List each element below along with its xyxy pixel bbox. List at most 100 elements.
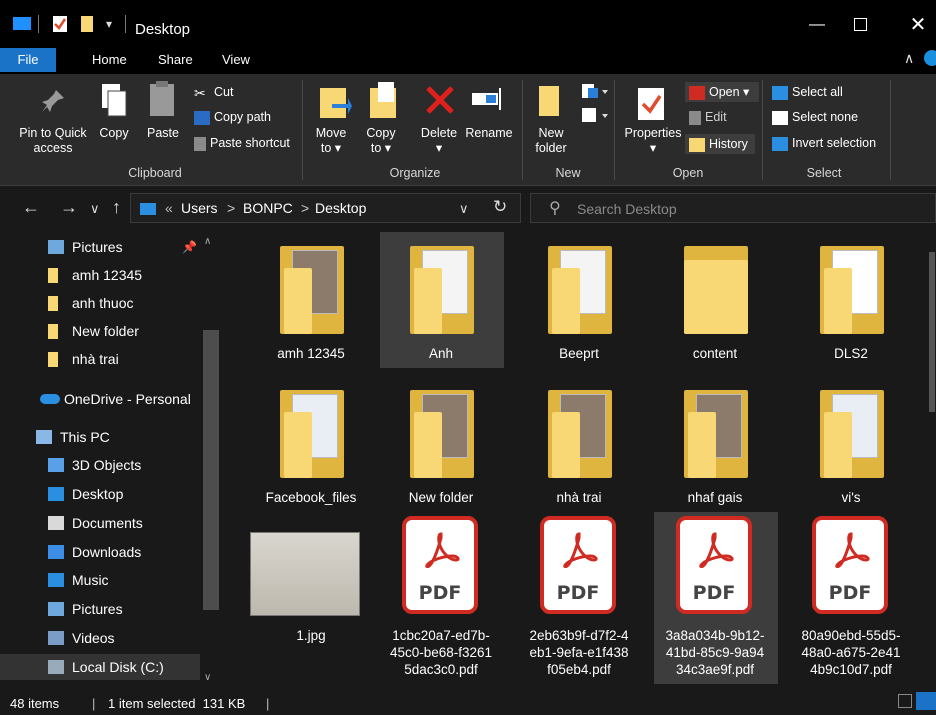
collapse-ribbon-icon[interactable]: ∧: [904, 50, 914, 67]
breadcrumb-desktop[interactable]: Desktop: [315, 200, 366, 216]
edit-button[interactable]: Edit: [689, 107, 727, 127]
up-button[interactable]: ↑: [112, 197, 121, 218]
file-name: nhà trai: [556, 490, 602, 505]
tab-home[interactable]: Home: [82, 50, 137, 72]
help-icon[interactable]: [924, 50, 936, 66]
search-icon: ⚲: [549, 200, 561, 217]
nav-pane-scrollbar-thumb[interactable]: [203, 330, 219, 610]
file-item-pdf[interactable]: PDF 80a90ebd-55d5- 48a0-a675-2e41 4b9c10d7.…: [790, 512, 914, 684]
sidebar-item-label: Music: [72, 572, 109, 588]
delete-button[interactable]: Delete ▾: [414, 126, 464, 156]
file-item-image[interactable]: 1.jpg: [250, 512, 374, 684]
sidebar-item[interactable]: Downloads: [0, 539, 200, 565]
properties-quick-icon[interactable]: [52, 15, 68, 33]
details-view-button[interactable]: [898, 694, 912, 708]
refresh-icon[interactable]: ↻: [493, 197, 507, 217]
sidebar-item[interactable]: 3D Objects: [0, 452, 200, 478]
large-icons-view-button[interactable]: [916, 692, 936, 710]
status-separator: |: [92, 696, 96, 711]
maximize-button[interactable]: [840, 10, 880, 40]
pin-to-quick-access-button[interactable]: Pin to Quick access: [8, 126, 98, 156]
nav-scroll-down-icon[interactable]: ∨: [204, 672, 211, 683]
new-folder-button[interactable]: New folder: [528, 126, 574, 156]
group-title-new: New: [555, 166, 581, 180]
minimize-button[interactable]: —: [797, 10, 837, 40]
sidebar-item[interactable]: Local Disk (C:): [0, 654, 200, 680]
cut-button[interactable]: ✂ Cut: [194, 82, 233, 102]
address-dropdown-icon[interactable]: ∨: [459, 201, 469, 217]
customize-quick-access-icon[interactable]: ▾: [106, 17, 112, 31]
folder-item[interactable]: amh 12345: [250, 232, 374, 368]
history-button[interactable]: History: [685, 134, 755, 154]
easy-access-icon[interactable]: [580, 106, 608, 124]
back-button[interactable]: ←: [22, 197, 40, 218]
content-scrollbar-thumb[interactable]: [929, 252, 935, 412]
properties-button[interactable]: Properties ▾: [620, 126, 686, 156]
sidebar-item[interactable]: Desktop: [0, 481, 200, 507]
sidebar-item[interactable]: Videos: [0, 625, 200, 651]
sidebar-item[interactable]: Pictures 📌: [0, 234, 200, 260]
tab-view[interactable]: View: [212, 50, 260, 72]
sidebar-item-label: nhà trai: [72, 351, 119, 367]
close-button[interactable]: ✕: [898, 10, 936, 40]
invert-selection-button[interactable]: Invert selection: [772, 133, 876, 153]
sidebar-item[interactable]: OneDrive - Personal: [0, 386, 200, 412]
nav-scroll-up-icon[interactable]: ∧: [204, 236, 211, 247]
folder-item[interactable]: New folder: [380, 376, 504, 512]
select-none-button[interactable]: Select none: [772, 107, 858, 127]
new-folder-quick-icon[interactable]: [80, 15, 94, 33]
new-item-icon[interactable]: [580, 82, 608, 100]
folder-item[interactable]: DLS2: [790, 232, 914, 368]
select-all-button[interactable]: Select all: [772, 82, 843, 102]
pdf-badge: PDF: [828, 582, 872, 604]
recent-locations-button[interactable]: ∨: [90, 201, 100, 217]
folder-icon: [674, 240, 758, 336]
file-item-pdf[interactable]: PDF 2eb63b9f-d7f2-4 eb1-9efa-e1f438 f05eb4.…: [518, 512, 642, 684]
sidebar-item[interactable]: amh 12345: [0, 262, 200, 288]
invert-selection-label: Invert selection: [792, 136, 877, 150]
folder-item[interactable]: content: [654, 232, 778, 368]
scissors-icon: ✂: [194, 84, 206, 101]
pdf-file-icon: PDF: [402, 516, 478, 614]
copy-path-button[interactable]: Copy path: [194, 107, 271, 127]
sidebar-item[interactable]: Documents: [0, 510, 200, 536]
file-item-pdf[interactable]: PDF 3a8a034b-9b12- 41bd-85c9-9a94 34c3ae9f.…: [654, 512, 778, 684]
paste-shortcut-button[interactable]: Paste shortcut: [194, 133, 290, 153]
address-bar[interactable]: « Users > BONPC > Desktop ∨ ↻: [130, 193, 521, 223]
breadcrumb-separator[interactable]: >: [227, 200, 235, 216]
copy-to-button[interactable]: Copy to ▾: [356, 126, 406, 156]
move-to-button[interactable]: Move to ▾: [306, 126, 356, 156]
explorer-icon[interactable]: [12, 15, 32, 31]
folder-icon: [48, 296, 58, 311]
breadcrumb-users[interactable]: Users: [181, 200, 218, 216]
sidebar-item[interactable]: New folder: [0, 318, 200, 344]
pdf-app-icon: [689, 85, 705, 100]
open-button[interactable]: Open ▾: [685, 82, 759, 102]
search-field[interactable]: ⚲ Search Desktop: [530, 193, 936, 223]
folder-item[interactable]: Facebook_files: [250, 376, 374, 512]
forward-button[interactable]: →: [60, 197, 78, 218]
folder-item[interactable]: nhà trai: [518, 376, 642, 512]
sidebar-item[interactable]: Pictures: [0, 596, 200, 622]
tab-file[interactable]: File: [0, 48, 56, 72]
tab-share[interactable]: Share: [148, 50, 203, 72]
copy-to-label-line1: Copy: [366, 126, 396, 140]
file-item-pdf[interactable]: PDF 1cbc20a7-ed7b- 45c0-be68-f3261 5dac3c0.…: [380, 512, 504, 684]
file-name: 5dac3c0.pdf: [404, 662, 478, 677]
folder-item[interactable]: Beeprt: [518, 232, 642, 368]
breadcrumb-overflow[interactable]: «: [165, 200, 173, 216]
sidebar-item[interactable]: nhà trai: [0, 346, 200, 372]
sidebar-item[interactable]: anh thuoc: [0, 290, 200, 316]
file-name: 41bd-85c9-9a94: [665, 645, 765, 660]
sidebar-item[interactable]: Music: [0, 567, 200, 593]
folder-item[interactable]: Anh: [380, 232, 504, 368]
folder-item[interactable]: vi's: [790, 376, 914, 512]
breadcrumb-bonpc[interactable]: BONPC: [243, 200, 293, 216]
group-separator: [890, 80, 891, 180]
sidebar-item[interactable]: This PC: [0, 424, 200, 450]
rename-button[interactable]: Rename: [462, 126, 516, 141]
paste-button[interactable]: Paste: [142, 126, 184, 141]
copy-button[interactable]: Copy: [94, 126, 134, 141]
folder-item[interactable]: nhaf gais: [654, 376, 778, 512]
breadcrumb-separator[interactable]: >: [301, 200, 309, 216]
